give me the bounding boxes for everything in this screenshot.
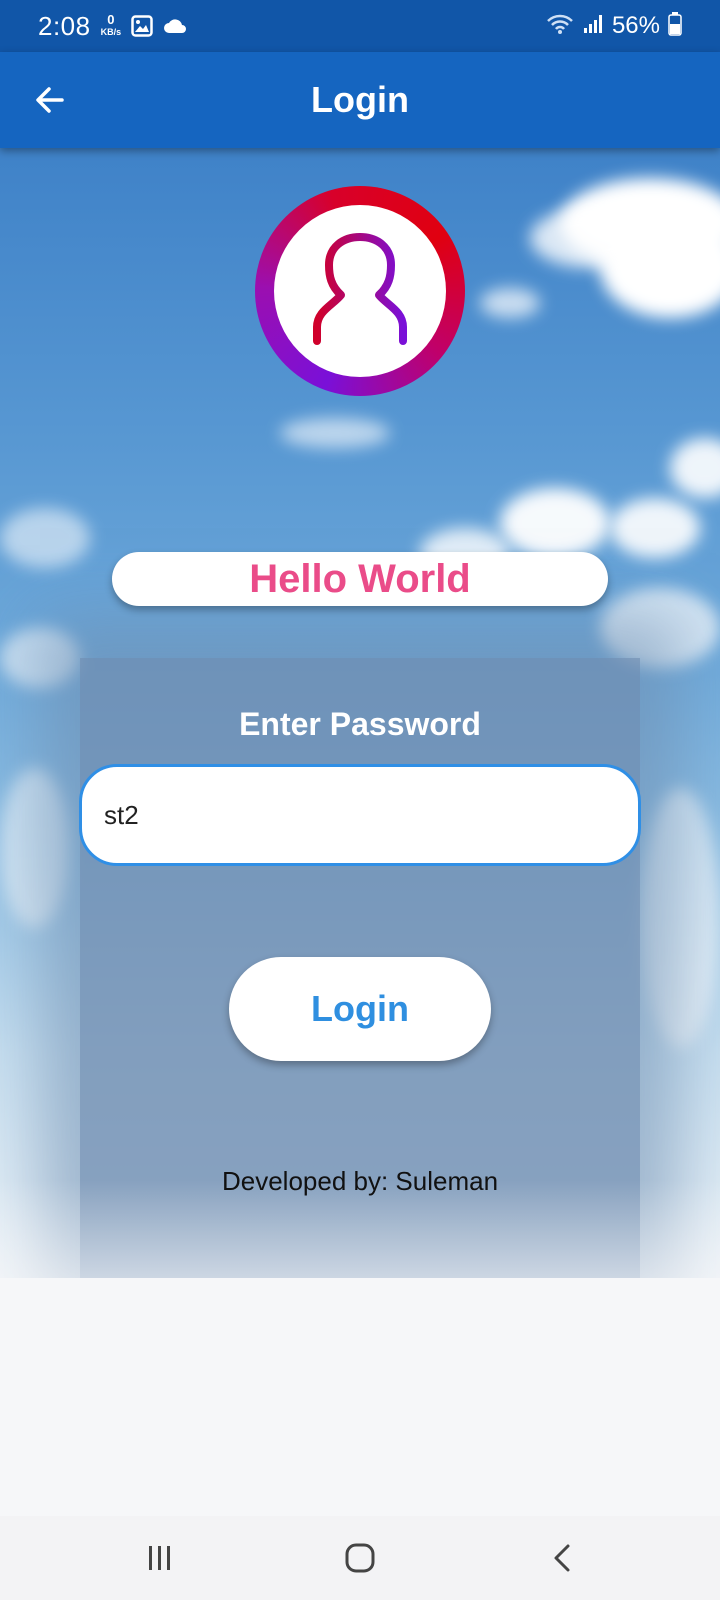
signal-icon [582,13,604,40]
avatar [255,186,465,396]
home-icon [345,1543,375,1573]
wifi-icon [546,13,574,40]
developer-credit: Developed by: Suleman [221,1166,499,1196]
avatar-inner [274,205,446,377]
app-bar: Login [0,52,720,148]
status-time: 2:08 [38,10,91,41]
network-speed: 0 KB/s [100,12,122,37]
background-fade [0,1180,720,1380]
status-bar: 2:08 0 KB/s 56% [0,0,720,52]
battery-icon [668,11,682,41]
recents-button[interactable] [130,1530,190,1586]
greeting-banner: Hello World [112,552,608,606]
recents-icon [149,1546,170,1570]
password-input[interactable]: st2 [79,764,641,866]
page-title: Login [311,79,409,120]
password-label: Enter Password [239,706,481,742]
system-nav-bar [0,1516,720,1600]
password-input-value: st2 [104,799,139,830]
login-button-label: Login [311,988,409,1029]
user-icon [313,233,407,345]
home-button[interactable] [330,1530,390,1586]
system-back-button[interactable] [533,1530,593,1586]
network-speed-unit: KB/s [100,27,122,37]
image-icon [131,15,153,37]
greeting-text: Hello World [249,556,471,601]
login-button[interactable]: Login [229,957,491,1061]
battery-percentage: 56% [611,12,660,39]
back-icon [554,1544,570,1572]
cloud-icon [163,17,187,35]
network-speed-value: 0 [107,12,115,27]
